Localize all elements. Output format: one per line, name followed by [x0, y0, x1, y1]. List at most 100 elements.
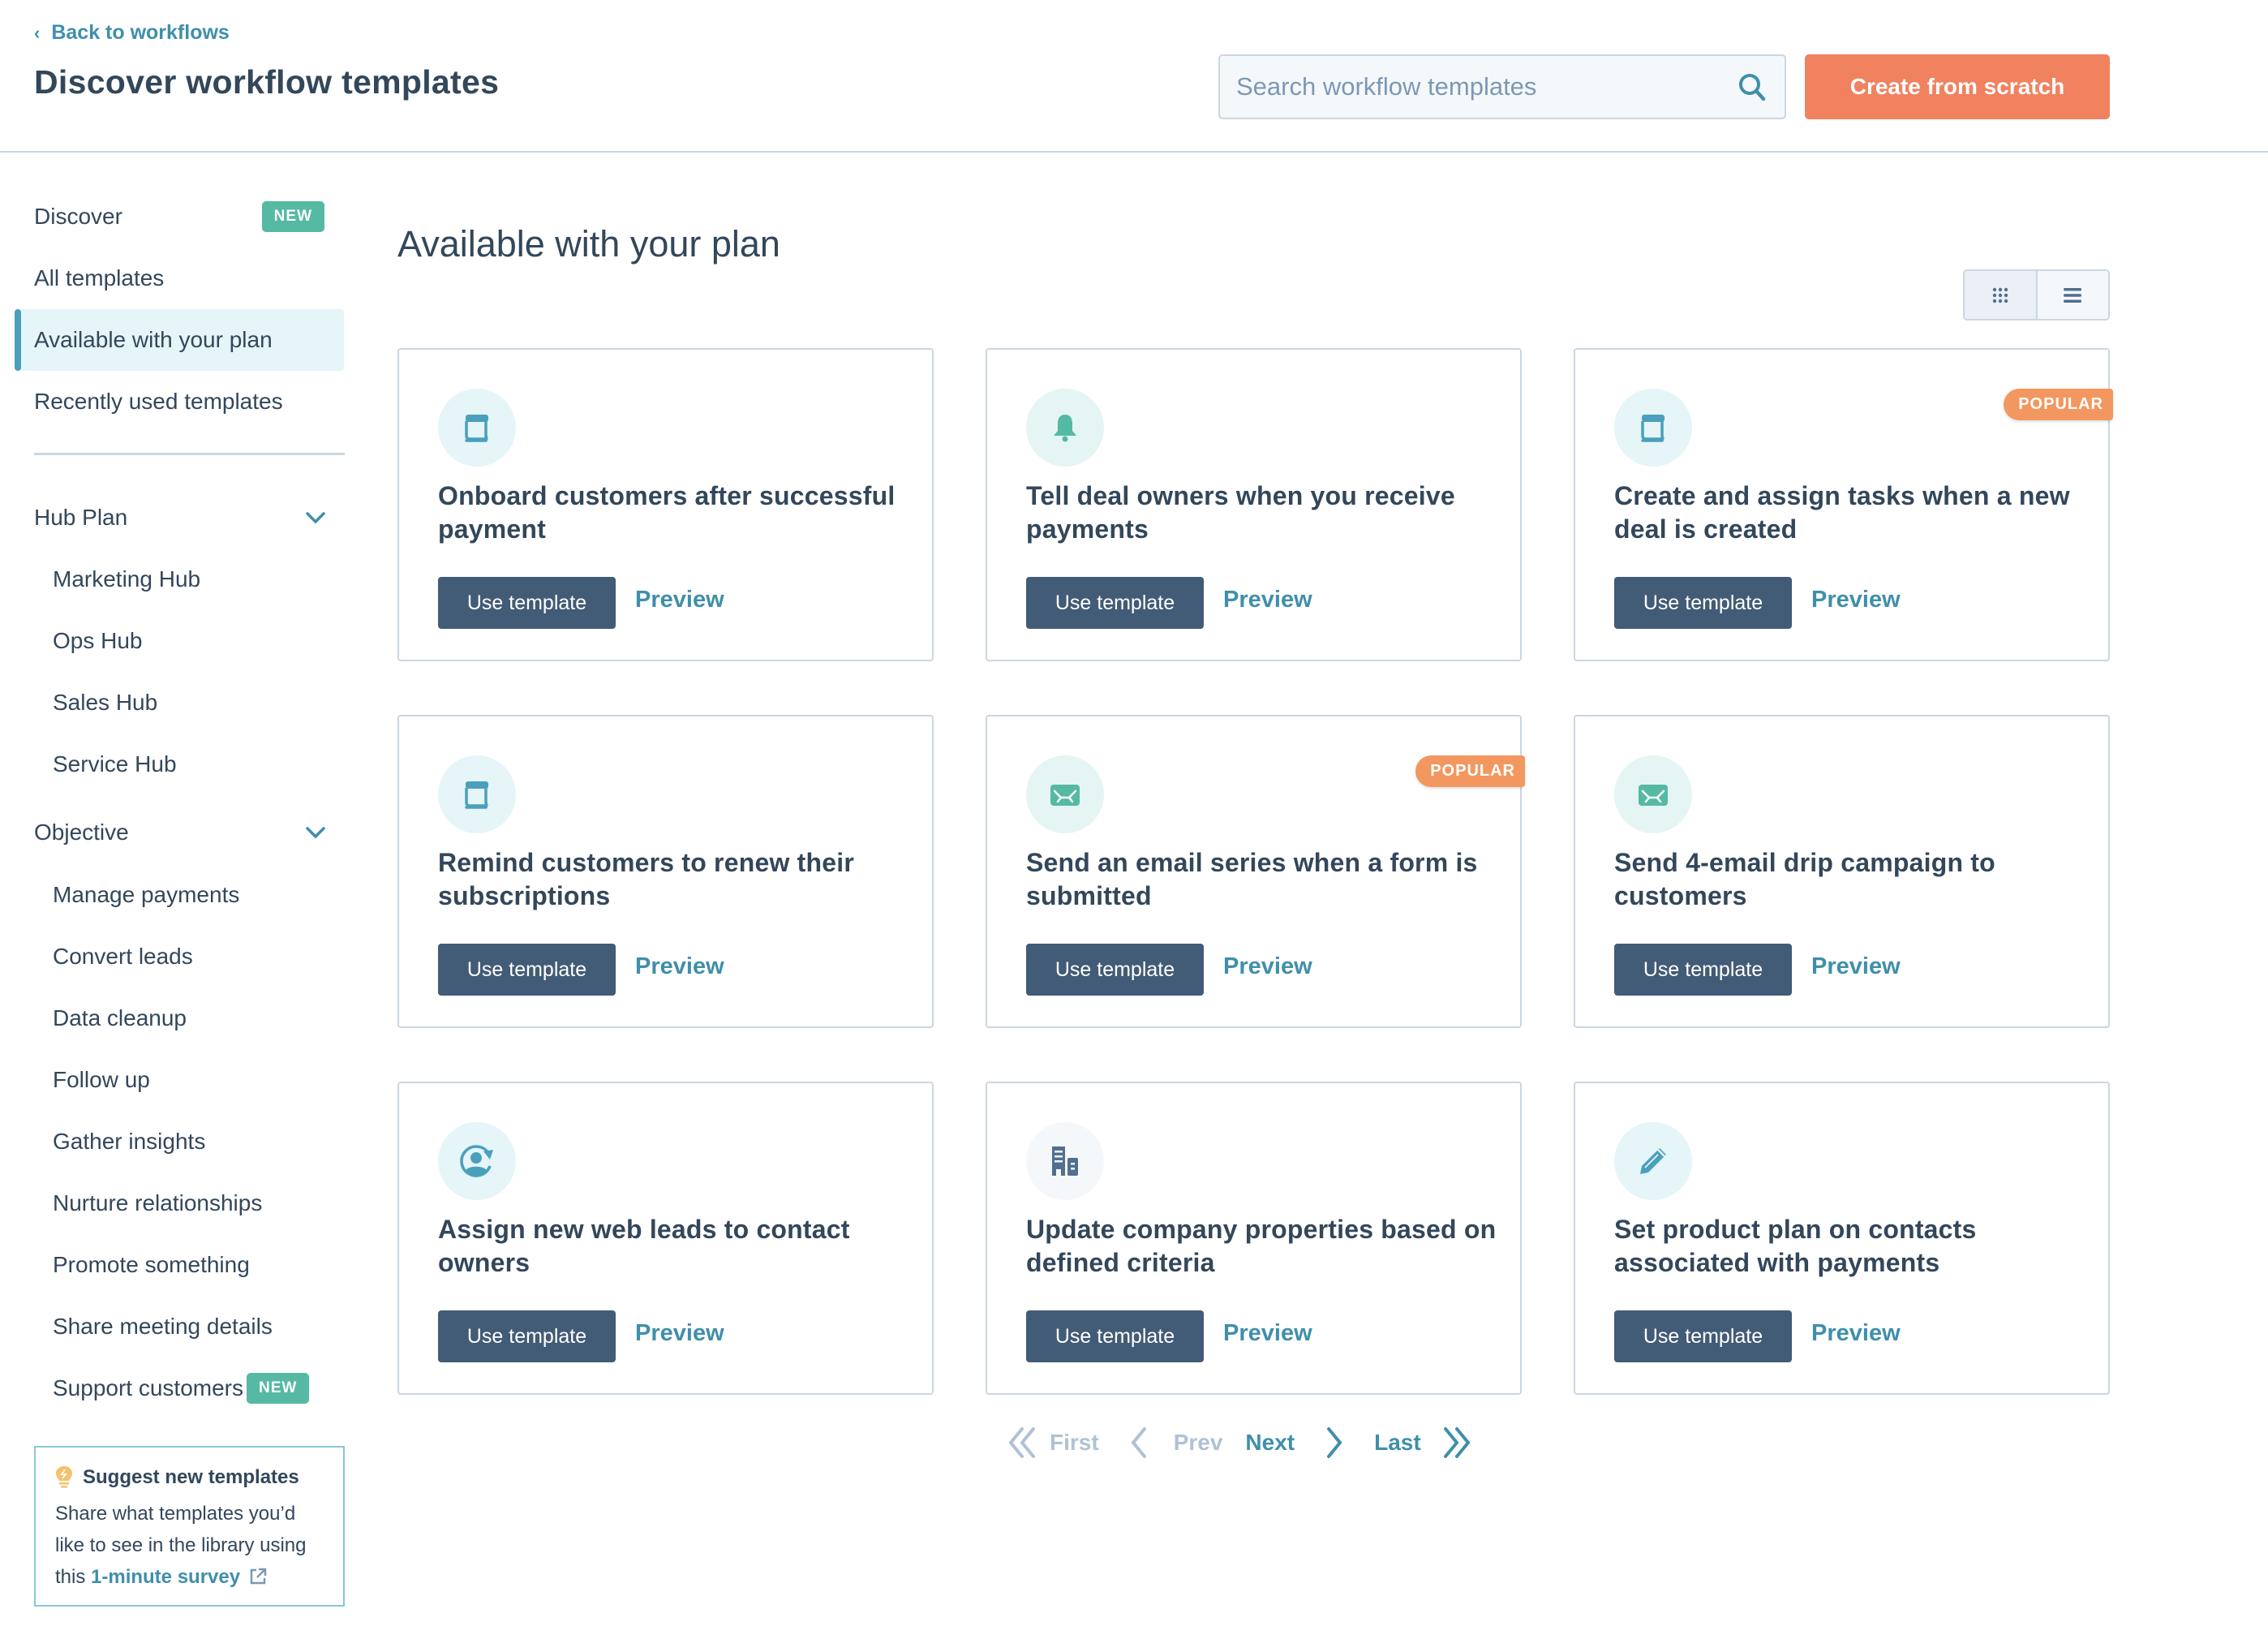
external-link-icon: [250, 1568, 267, 1585]
template-card[interactable]: Send an email series when a form is subm…: [986, 715, 1525, 1028]
template-card[interactable]: Create and assign tasks when a new deal …: [1574, 348, 2113, 661]
list-view-button[interactable]: [2037, 271, 2108, 319]
filter-share-meeting-details[interactable]: Share meeting details: [53, 1302, 273, 1351]
card-title: Send 4-email drip campaign to customers: [1614, 848, 1995, 910]
email-icon: [1026, 755, 1104, 833]
use-template-button[interactable]: Use template: [1026, 577, 1204, 629]
survey-link-label: 1-minute survey: [91, 1566, 241, 1588]
preview-link[interactable]: Preview: [1811, 953, 1901, 980]
prev-label: Prev: [1173, 1430, 1223, 1455]
filter-group-label: Hub Plan: [34, 505, 128, 530]
template-card[interactable]: Onboard customers after successful payme…: [397, 348, 934, 661]
survey-link[interactable]: 1-minute survey: [91, 1566, 267, 1588]
search-field[interactable]: [1218, 54, 1786, 119]
search-icon[interactable]: [1736, 71, 1768, 103]
card-title: Send an email series when a form is subm…: [1026, 848, 1478, 910]
filter-label: Support customers: [53, 1375, 243, 1400]
suggest-title: Suggest new templates: [55, 1465, 324, 1490]
card-title: Set product plan on contacts associated …: [1614, 1215, 1977, 1277]
filter-nurture-relationships[interactable]: Nurture relationships: [53, 1179, 262, 1228]
bell-icon: [1026, 389, 1104, 467]
sidebar-divider: [34, 453, 345, 455]
sidebar-item-label: Recently used templates: [34, 389, 283, 414]
card-title: Update company properties based on defin…: [1026, 1215, 1497, 1277]
new-badge: NEW: [261, 201, 324, 232]
use-template-button[interactable]: Use template: [438, 944, 616, 996]
chevron-right-icon: [1327, 1427, 1342, 1458]
pagination: First Prev Next Last: [1006, 1420, 1473, 1465]
template-card[interactable]: Assign new web leads to contact owners Us…: [397, 1082, 934, 1395]
grid-view-button[interactable]: [1965, 271, 2038, 319]
page-title: Discover workflow templates: [34, 63, 500, 101]
preview-link[interactable]: Preview: [1223, 1320, 1312, 1347]
chevron-left-icon: ‹: [34, 22, 41, 43]
sidebar-item-discover[interactable]: Discover NEW: [15, 186, 344, 247]
create-from-scratch-button[interactable]: Create from scratch: [1805, 54, 2110, 119]
preview-link[interactable]: Preview: [1223, 587, 1312, 613]
last-page-button[interactable]: Last: [1374, 1426, 1473, 1460]
objective-filter-toggle[interactable]: Objective: [34, 808, 326, 857]
template-card[interactable]: Remind customers to renew their subscrip…: [397, 715, 934, 1028]
preview-link[interactable]: Preview: [635, 1320, 724, 1347]
hub-plan-filter-toggle[interactable]: Hub Plan: [34, 493, 326, 542]
preview-link[interactable]: Preview: [1811, 587, 1901, 613]
filter-follow-up[interactable]: Follow up: [53, 1056, 150, 1104]
view-toggle: [1963, 269, 2110, 321]
filter-service-hub[interactable]: Service Hub: [53, 740, 177, 789]
next-label: Next: [1245, 1430, 1295, 1455]
template-card[interactable]: Send 4-email drip campaign to customers U…: [1574, 715, 2110, 1028]
suggest-title-text: Suggest new templates: [83, 1466, 299, 1488]
sidebar-item-recently-used[interactable]: Recently used templates: [15, 371, 344, 432]
double-chevron-right-icon: [1443, 1427, 1471, 1458]
template-card[interactable]: Update company properties based on defin…: [986, 1082, 1522, 1395]
contact-rotate-icon: [438, 1122, 516, 1200]
card-title: Tell deal owners when you receive paymen…: [1026, 481, 1455, 544]
sidebar-item-available-with-your-plan[interactable]: Available with your plan: [15, 309, 344, 371]
use-template-button[interactable]: Use template: [1614, 944, 1792, 996]
filter-data-cleanup[interactable]: Data cleanup: [53, 994, 187, 1043]
sidebar-item-label: All templates: [34, 265, 165, 290]
filter-manage-payments[interactable]: Manage payments: [53, 871, 239, 919]
preview-link[interactable]: Preview: [635, 953, 724, 980]
first-label: First: [1050, 1430, 1099, 1455]
preview-link[interactable]: Preview: [635, 587, 724, 613]
new-badge: NEW: [247, 1373, 310, 1404]
sidebar-item-all-templates[interactable]: All templates: [15, 247, 344, 309]
prev-page-button[interactable]: Prev: [1128, 1426, 1223, 1460]
filter-ops-hub[interactable]: Ops Hub: [53, 617, 143, 665]
first-page-button[interactable]: First: [1006, 1426, 1099, 1460]
list-view-icon: [2064, 287, 2082, 303]
filter-sales-hub[interactable]: Sales Hub: [53, 678, 157, 727]
invoice-icon: [1614, 389, 1692, 467]
preview-link[interactable]: Preview: [1811, 1320, 1901, 1347]
use-template-button[interactable]: Use template: [438, 577, 616, 629]
sidebar-item-label: Available with your plan: [34, 327, 273, 352]
filter-marketing-hub[interactable]: Marketing Hub: [53, 555, 200, 604]
preview-link[interactable]: Preview: [1223, 953, 1312, 980]
use-template-button[interactable]: Use template: [1614, 577, 1792, 629]
chevron-down-icon: [306, 827, 325, 839]
filter-promote-something[interactable]: Promote something: [53, 1241, 250, 1289]
card-title: Assign new web leads to contact owners: [438, 1215, 850, 1277]
page-header: ‹ Back to workflows Discover workflow te…: [0, 0, 2268, 153]
search-input[interactable]: [1236, 72, 1736, 101]
invoice-icon: [438, 389, 516, 467]
grid-view-icon: [1992, 287, 2008, 303]
use-template-button[interactable]: Use template: [1614, 1310, 1792, 1362]
invoice-icon: [438, 755, 516, 833]
section-title: Available with your plan: [397, 223, 780, 265]
lightbulb-icon: [56, 1466, 72, 1488]
suggest-description: Share what templates you’d like to see i…: [55, 1498, 324, 1593]
filter-support-customers[interactable]: Support customers NEW: [53, 1364, 310, 1413]
template-card[interactable]: Set product plan on contacts associated …: [1574, 1082, 2110, 1395]
use-template-button[interactable]: Use template: [1026, 1310, 1204, 1362]
filter-gather-insights[interactable]: Gather insights: [53, 1117, 205, 1166]
template-card[interactable]: Tell deal owners when you receive paymen…: [986, 348, 1522, 661]
popular-badge: POPULAR: [1415, 755, 1525, 787]
sidebar-item-label: Discover: [34, 204, 122, 229]
filter-convert-leads[interactable]: Convert leads: [53, 932, 193, 981]
use-template-button[interactable]: Use template: [438, 1310, 616, 1362]
back-to-workflows-link[interactable]: ‹ Back to workflows: [34, 21, 230, 45]
next-page-button[interactable]: Next: [1245, 1426, 1345, 1460]
use-template-button[interactable]: Use template: [1026, 944, 1204, 996]
